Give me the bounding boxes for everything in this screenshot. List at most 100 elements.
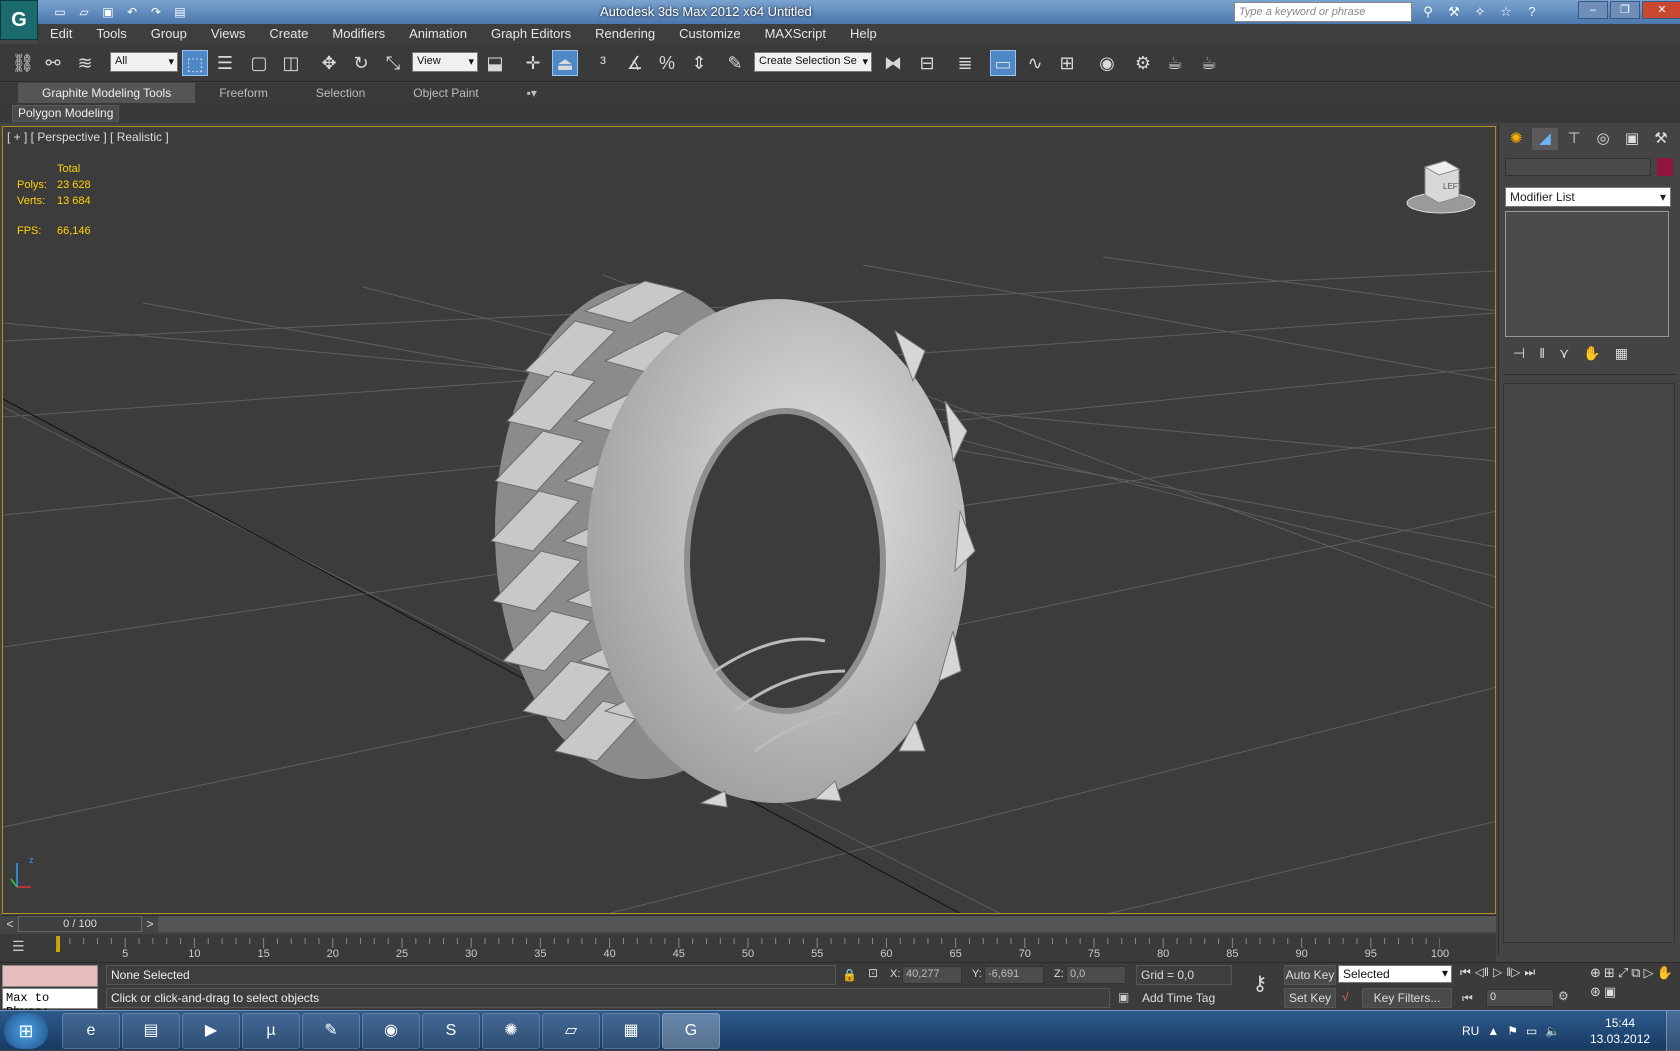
percent-snap-icon[interactable]: % [654, 50, 680, 76]
perspective-viewport[interactable]: [ + ] [ Perspective ] [ Realistic ] Tota… [2, 126, 1496, 914]
winrar-icon[interactable]: ▦ [602, 1013, 660, 1049]
named-selection-dropdown[interactable]: Create Selection Se [754, 52, 872, 72]
tire-model[interactable] [455, 251, 1025, 811]
menu-customize[interactable]: Customize [667, 24, 752, 44]
rotate-icon[interactable]: ↻ [348, 50, 374, 76]
play-icon[interactable]: ▷ [1493, 965, 1502, 980]
render-setup-icon[interactable]: ⚙ [1130, 50, 1156, 76]
next-frame-arrow-icon[interactable]: > [142, 916, 158, 932]
start-button[interactable]: ⊞ [4, 1013, 48, 1049]
tab-graphite-modeling-tools[interactable]: Graphite Modeling Tools [18, 83, 196, 103]
rendered-frame-window-icon[interactable]: ☕ [1162, 50, 1188, 76]
time-configuration-icon[interactable]: ⚙ [1558, 989, 1569, 1003]
internet-explorer-icon[interactable]: e [62, 1013, 120, 1049]
maximize-viewport-icon[interactable]: ▣ [1604, 984, 1616, 1000]
rectangular-selection-icon[interactable]: ▢ [246, 50, 272, 76]
maximize-button[interactable]: ❐ [1610, 1, 1640, 19]
render-production-icon[interactable]: ☕ [1196, 50, 1222, 76]
file-explorer-icon[interactable]: ▤ [122, 1013, 180, 1049]
utorrent-icon[interactable]: µ [242, 1013, 300, 1049]
edit-named-selection-icon[interactable]: ✎ [722, 50, 748, 76]
menu-tools[interactable]: Tools [84, 24, 138, 44]
close-button[interactable]: ✕ [1642, 1, 1680, 19]
system-clock[interactable]: 15:44 13.03.2012 [1590, 1015, 1650, 1047]
add-time-tag-icon[interactable]: ▣ [1118, 990, 1129, 1004]
key-filters-button[interactable]: Key Filters... [1362, 988, 1452, 1008]
language-indicator[interactable]: RU [1462, 1024, 1479, 1038]
flag-icon[interactable]: ⚑ [1507, 1024, 1518, 1038]
pen-tool-app-icon[interactable]: ✎ [302, 1013, 360, 1049]
orbit-icon[interactable]: ⊛ [1590, 984, 1601, 1000]
absolute-mode-icon[interactable]: ⊡ [868, 966, 878, 980]
material-editor-icon[interactable]: ◉ [1094, 50, 1120, 76]
menu-animation[interactable]: Animation [397, 24, 479, 44]
menu-group[interactable]: Group [139, 24, 199, 44]
curve-editor-icon[interactable]: ∿ [1022, 50, 1048, 76]
menu-graph-editors[interactable]: Graph Editors [479, 24, 583, 44]
menu-views[interactable]: Views [199, 24, 257, 44]
select-by-name-icon[interactable]: ☰ [212, 50, 238, 76]
align-icon[interactable]: ⊟ [914, 50, 940, 76]
modify-panel-icon[interactable]: ◢ [1532, 128, 1558, 150]
3ds-max-taskbar-icon[interactable]: G [662, 1013, 720, 1049]
modifier-stack[interactable] [1505, 211, 1669, 337]
viewport-label[interactable]: [ + ] [ Perspective ] [ Realistic ] [7, 130, 169, 144]
tab-selection[interactable]: Selection [292, 83, 389, 103]
menu-create[interactable]: Create [257, 24, 320, 44]
open-file-icon[interactable]: ▱ [74, 3, 94, 21]
graphite-toggle-icon[interactable]: ▭ [990, 50, 1016, 76]
y-coordinate-field[interactable]: -6,691 [984, 966, 1044, 984]
menu-maxscript[interactable]: MAXScript [753, 24, 838, 44]
zoom-all-icon[interactable]: ⊞ [1604, 965, 1615, 981]
polygon-modeling-panel[interactable]: Polygon Modeling [12, 105, 120, 122]
create-panel-icon[interactable]: ✺ [1503, 128, 1529, 150]
schematic-view-icon[interactable]: ⊞ [1054, 50, 1080, 76]
default-in-out-tangent-icon[interactable]: √ [1342, 990, 1349, 1004]
go-to-start-icon[interactable]: ⏮ [1460, 965, 1471, 980]
redo-icon[interactable]: ↷ [146, 3, 166, 21]
keyboard-shortcut-override-icon[interactable]: ⏏ [552, 50, 578, 76]
undo-icon[interactable]: ↶ [122, 3, 142, 21]
maxscript-listener-pink[interactable] [2, 965, 98, 987]
configure-modifier-sets-icon[interactable]: ▦ [1615, 345, 1628, 362]
show-hidden-icons-icon[interactable]: ▲ [1487, 1024, 1499, 1038]
zoom-extents-icon[interactable]: ⤢ [1618, 965, 1628, 981]
viewcube-icon[interactable]: LEFT [1405, 157, 1477, 217]
time-slider[interactable]: 0 / 100 [18, 916, 142, 932]
pivot-center-icon[interactable]: ⬓ [482, 50, 508, 76]
menu-edit[interactable]: Edit [38, 24, 84, 44]
set-key-button[interactable]: Set Key [1284, 988, 1336, 1008]
move-icon[interactable]: ✥ [316, 50, 342, 76]
chrome-icon[interactable]: ◉ [362, 1013, 420, 1049]
add-time-tag[interactable]: Add Time Tag [1136, 988, 1236, 1008]
lock-icon[interactable]: 🔒 [842, 968, 857, 982]
communication-icon[interactable]: ✧ [1470, 3, 1490, 21]
show-end-result-icon[interactable]: ‖ [1539, 345, 1545, 362]
menu-help[interactable]: Help [838, 24, 889, 44]
x-coordinate-field[interactable]: 40,277 [902, 966, 962, 984]
pan-view-icon[interactable]: ✋ [1657, 965, 1673, 981]
skype-icon[interactable]: S [422, 1013, 480, 1049]
motion-panel-icon[interactable]: ◎ [1590, 128, 1616, 150]
volume-icon[interactable]: 🔈 [1545, 1024, 1560, 1038]
current-frame-field[interactable]: 0 [1486, 989, 1554, 1007]
display-panel-icon[interactable]: ▣ [1619, 128, 1645, 150]
subscription-icon[interactable]: ⚒ [1444, 3, 1464, 21]
binoculars-icon[interactable]: ⚲ [1418, 3, 1438, 21]
zoom-icon[interactable]: ⊕ [1590, 965, 1601, 981]
scale-icon[interactable]: ⤡ [380, 50, 406, 76]
layer-manager-icon[interactable]: ≣ [952, 50, 978, 76]
remove-modifier-icon[interactable]: ✋ [1583, 345, 1600, 362]
window-crossing-icon[interactable]: ◫ [278, 50, 304, 76]
utilities-panel-icon[interactable]: ⚒ [1648, 128, 1674, 150]
set-key-icon[interactable]: ⚷ [1242, 971, 1278, 1001]
menu-modifiers[interactable]: Modifiers [320, 24, 397, 44]
unlink-icon[interactable]: ⚯ [40, 50, 66, 76]
bind-space-warp-icon[interactable]: ≋ [72, 50, 98, 76]
next-key-icon[interactable]: ‖▷ [1506, 965, 1520, 980]
select-object-icon[interactable]: ⬚ [182, 50, 208, 76]
prev-frame-arrow-icon[interactable]: < [2, 916, 18, 932]
reference-coordinate-dropdown[interactable]: View [412, 52, 478, 72]
previous-key-icon[interactable]: ◁‖ [1475, 965, 1489, 980]
minimize-button[interactable]: – [1578, 1, 1608, 19]
